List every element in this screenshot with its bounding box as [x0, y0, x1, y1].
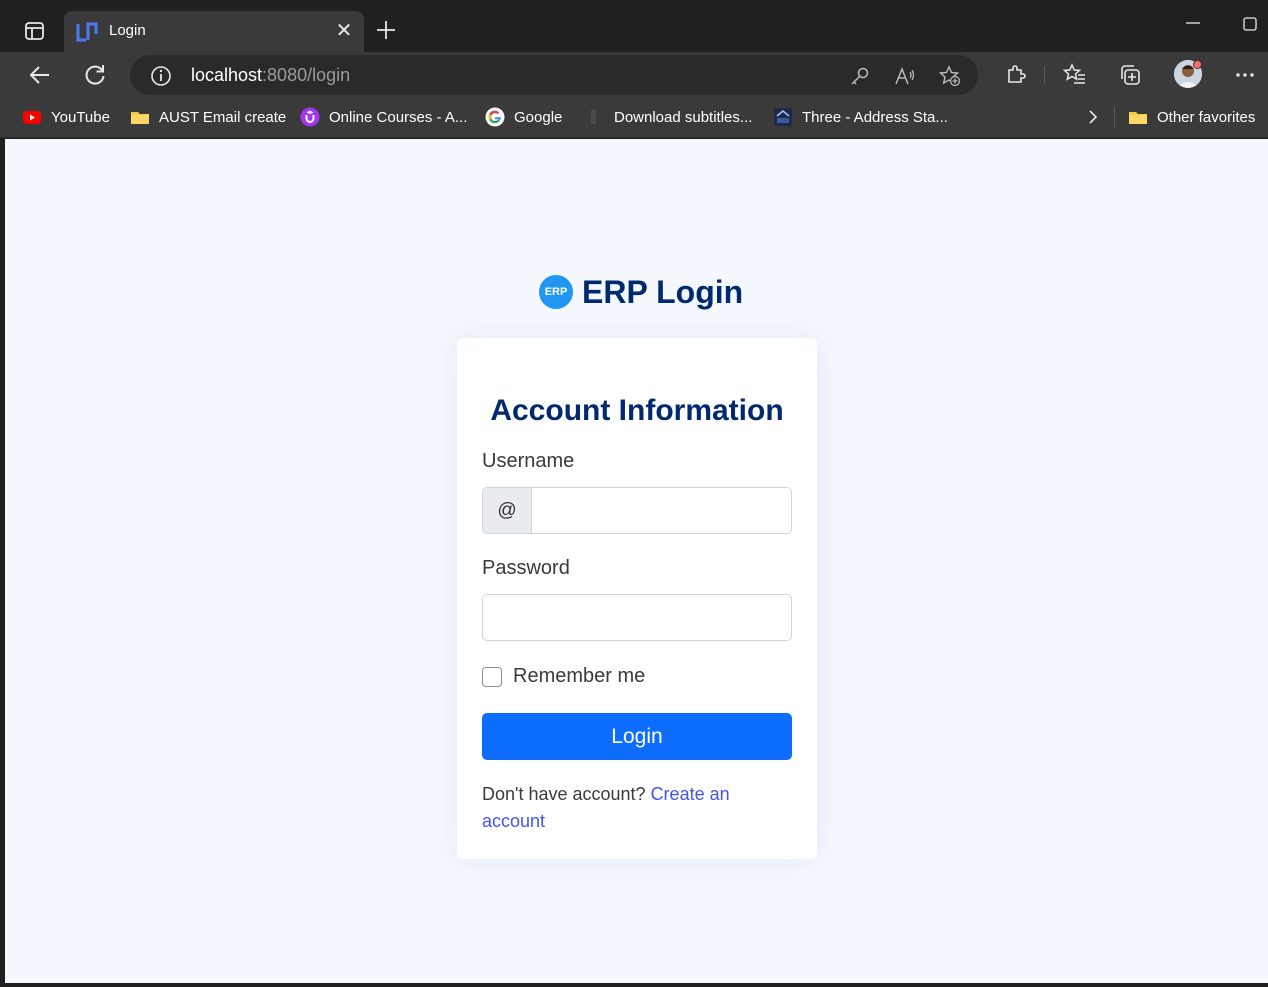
add-favorite-icon[interactable]	[938, 65, 961, 87]
signup-text: Don't have account?	[482, 784, 646, 804]
at-sign-prefix: @	[483, 488, 532, 533]
address-bar[interactable]: localhost:8080/login	[130, 55, 978, 95]
favorite-online-courses[interactable]: Online Courses - A...	[300, 106, 467, 128]
login-button[interactable]: Login	[482, 713, 792, 760]
site-info-icon[interactable]	[150, 65, 172, 87]
remember-me-row: Remember me	[482, 665, 645, 688]
close-tab-icon[interactable]: ✕	[334, 21, 354, 41]
folder-icon	[1128, 107, 1148, 127]
generic-page-icon	[585, 107, 605, 127]
favorite-youtube[interactable]: YouTube	[22, 106, 110, 128]
url-path: :8080/login	[262, 65, 351, 85]
signup-prompt: Don't have account? Create an account	[482, 781, 762, 835]
collections-icon[interactable]	[1118, 63, 1142, 87]
site-icon	[773, 107, 793, 127]
favorites-divider	[1114, 106, 1115, 128]
favorites-icon[interactable]	[1062, 63, 1087, 87]
site-favicon-icon	[76, 22, 98, 42]
read-aloud-icon[interactable]	[894, 65, 916, 87]
username-label: Username	[482, 450, 575, 472]
password-input[interactable]	[482, 594, 792, 641]
other-favorites-label: Other favorites	[1157, 108, 1256, 126]
refresh-icon[interactable]	[82, 62, 108, 88]
udemy-icon	[300, 107, 320, 127]
toolbar-divider	[1044, 66, 1045, 84]
favorite-label: Online Courses - A...	[329, 108, 468, 126]
favorite-google[interactable]: Google	[485, 106, 562, 128]
profile-notification-badge	[1193, 60, 1202, 69]
new-tab-icon[interactable]	[374, 18, 398, 42]
chevron-right-icon[interactable]	[1084, 108, 1102, 126]
brand-title: ERP Login	[582, 273, 744, 310]
password-key-icon[interactable]	[849, 65, 871, 87]
google-icon	[485, 107, 505, 127]
favorite-label: YouTube	[51, 108, 110, 126]
remember-me-label[interactable]: Remember me	[513, 665, 645, 688]
url-text: localhost:8080/login	[191, 65, 350, 86]
remember-me-checkbox[interactable]	[482, 666, 502, 687]
navigation-toolbar: localhost:8080/login	[0, 52, 1268, 98]
favorite-label: Download subtitles...	[614, 108, 753, 126]
tab-actions-icon[interactable]	[22, 19, 48, 43]
browser-tab-active[interactable]: Login ✕	[64, 11, 364, 52]
back-icon[interactable]	[27, 62, 53, 88]
username-input[interactable]	[532, 488, 791, 533]
brand-header[interactable]: ERP ERP Login	[539, 274, 743, 310]
maximize-window-icon[interactable]	[1240, 14, 1260, 34]
favorite-label: Google	[514, 108, 563, 126]
youtube-icon	[22, 107, 42, 127]
password-label: Password	[482, 557, 570, 579]
tab-strip: Login ✕	[0, 0, 1268, 52]
other-favorites[interactable]: Other favorites	[1128, 106, 1255, 128]
favorite-aust-email[interactable]: AUST Email create	[130, 106, 286, 128]
tab-title: Login	[109, 22, 146, 39]
favorite-download-subtitles[interactable]: Download subtitles...	[585, 106, 752, 128]
more-options-icon[interactable]	[1233, 63, 1257, 87]
extensions-icon[interactable]	[1003, 63, 1027, 87]
url-host: localhost	[191, 65, 263, 85]
page-viewport: ERP ERP Login Account Information Userna…	[5, 139, 1268, 983]
favorite-label: Three - Address Sta...	[802, 108, 948, 126]
username-input-group: @	[482, 487, 792, 534]
card-title: Account Information	[490, 394, 784, 427]
favorite-label: AUST Email create	[159, 108, 287, 126]
favorite-three-address[interactable]: Three - Address Sta...	[773, 106, 948, 128]
favorites-bar: YouTube AUST Email create Online Courses…	[0, 98, 1268, 138]
folder-icon	[130, 107, 150, 127]
erp-logo-icon: ERP	[539, 275, 573, 309]
login-card: Account Information Username @ Password …	[457, 338, 817, 859]
minimize-window-icon[interactable]	[1184, 14, 1202, 32]
